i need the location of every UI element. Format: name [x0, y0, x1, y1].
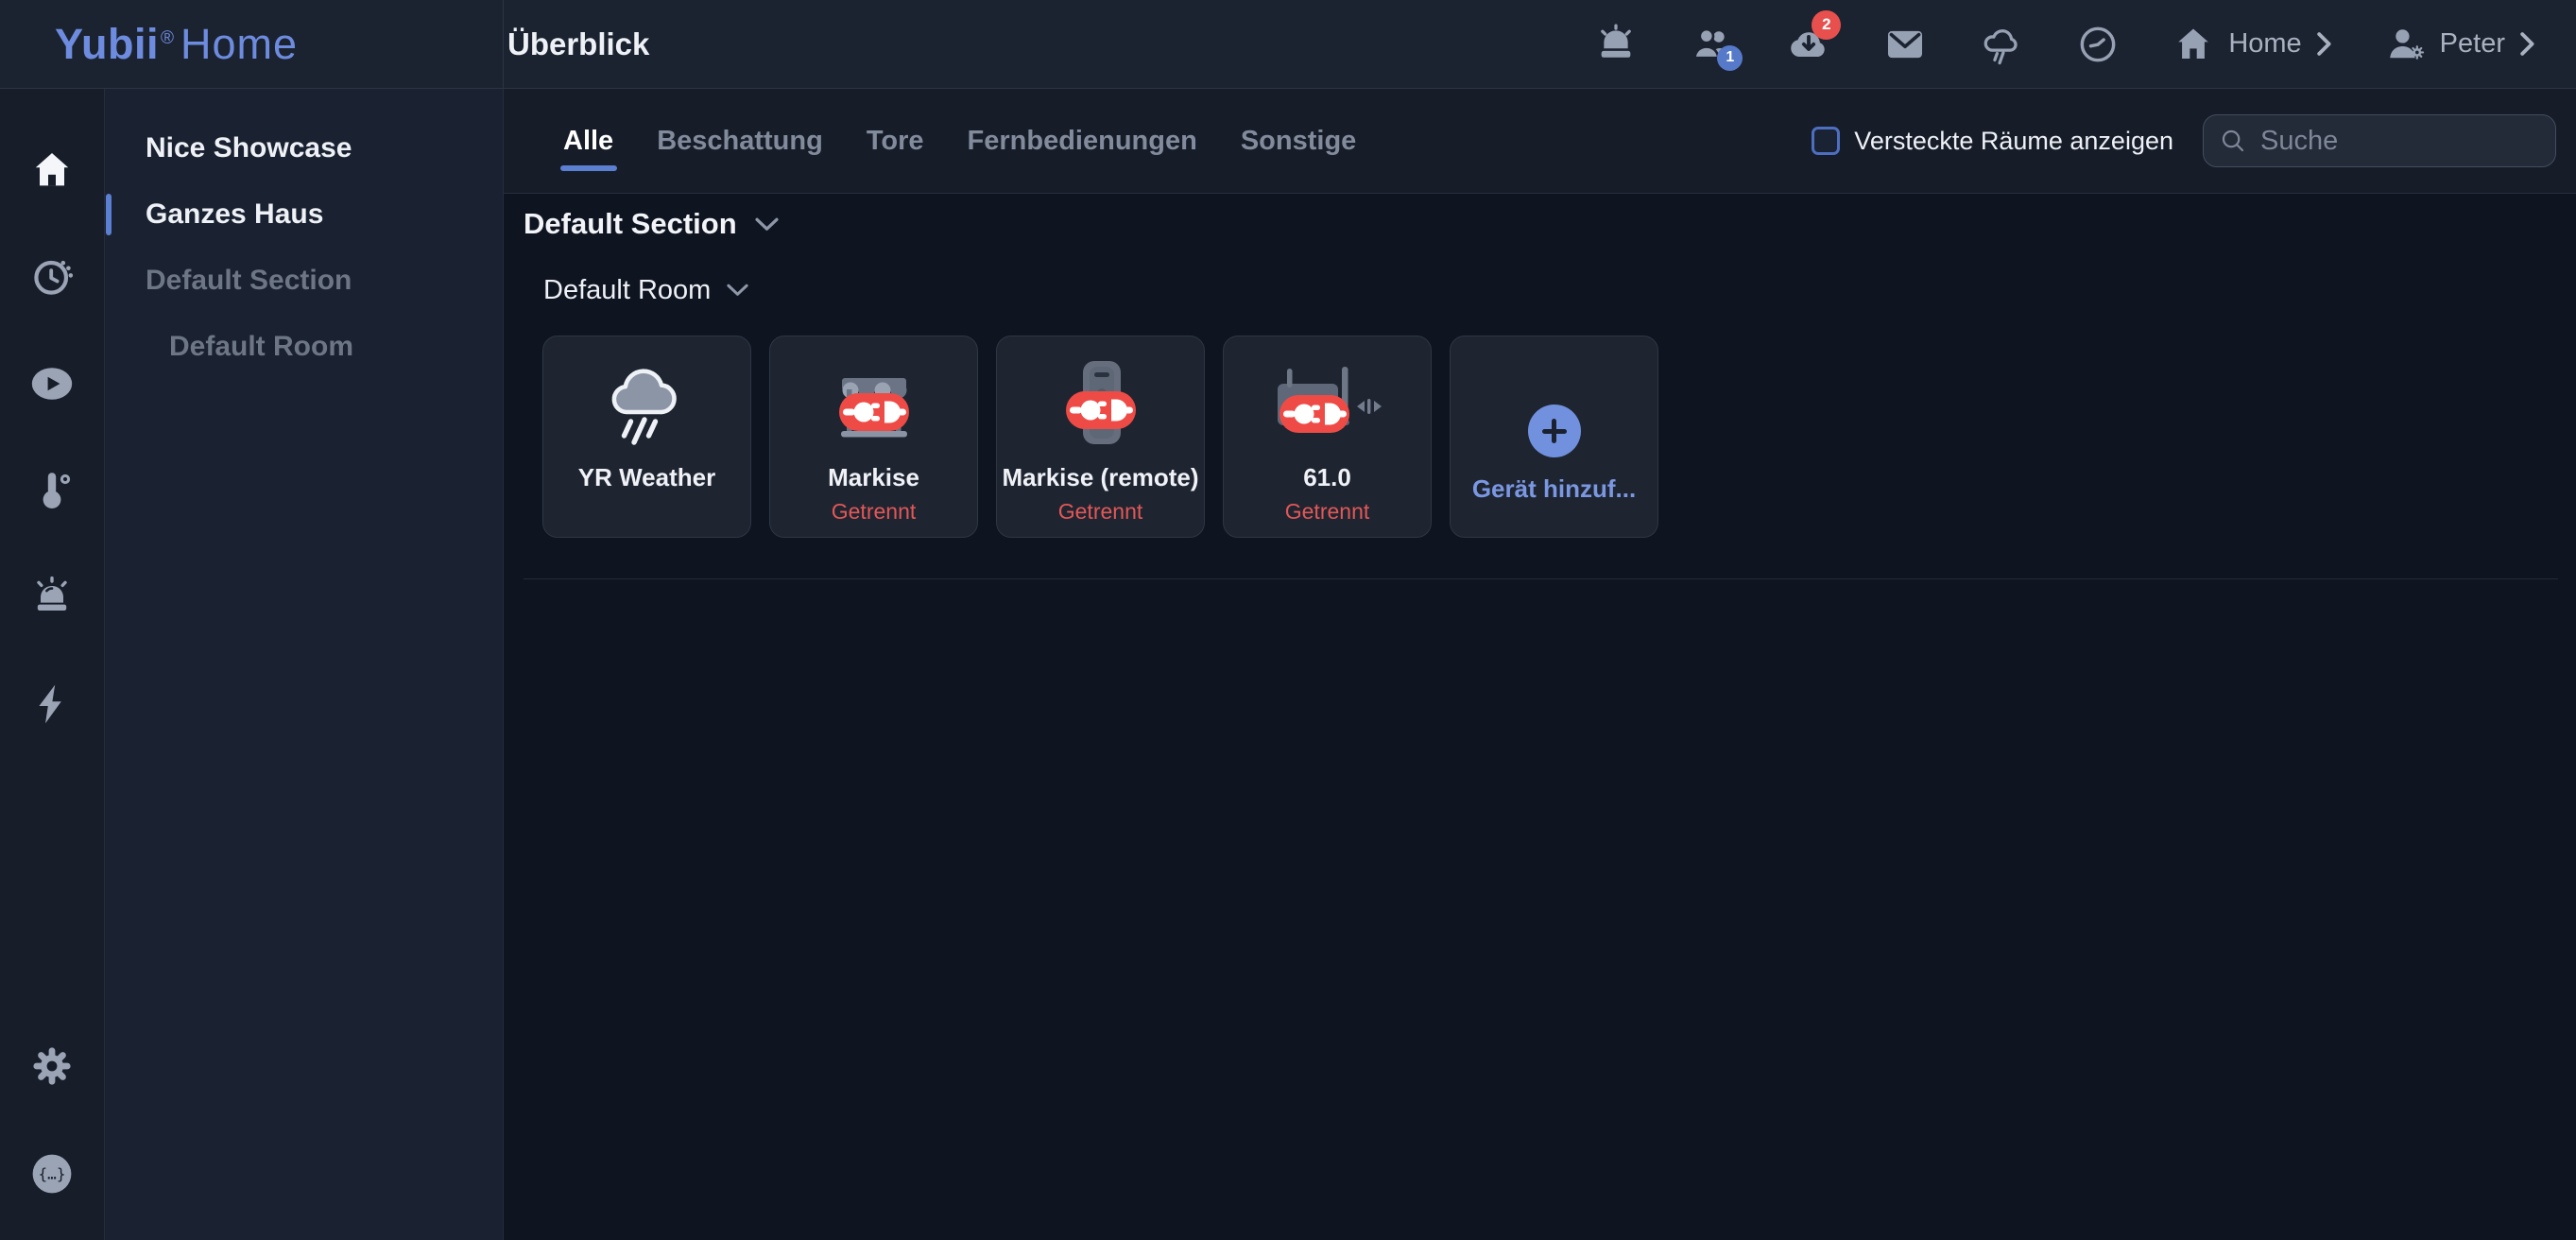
remote-control-icon: [1039, 357, 1162, 456]
brand-trademark: ®: [161, 28, 174, 48]
breadcrumb-user[interactable]: Peter: [2384, 24, 2534, 65]
tab-fernbedienungen[interactable]: Fernbedienungen: [968, 89, 1197, 193]
room-header[interactable]: Default Room: [543, 273, 2558, 307]
brand-light: Home: [180, 20, 298, 68]
home-icon: [2172, 24, 2214, 65]
disconnected-plug-icon: [1066, 391, 1136, 429]
device-status: Getrennt: [1285, 499, 1370, 525]
room-sidebar: Nice Showcase Ganzes Haus Default Sectio…: [105, 89, 504, 1240]
sidebar-item-label: Nice Showcase: [146, 132, 352, 164]
chevron-down-icon: [727, 284, 748, 297]
search-box[interactable]: [2203, 114, 2556, 167]
hidden-rooms-checkbox[interactable]: [1812, 127, 1840, 155]
mail-icon[interactable]: [1883, 23, 1927, 66]
header-divider: [503, 0, 504, 89]
add-device-label: Gerät hinzuf...: [1472, 474, 1636, 504]
device-card-61-0[interactable]: 61.0 Getrennt: [1223, 336, 1432, 538]
gateway-icon: [1266, 357, 1389, 456]
rail-item-developer[interactable]: {…}: [29, 1151, 75, 1197]
rail-item-climate[interactable]: [29, 468, 75, 513]
chevron-down-icon: [755, 217, 779, 232]
room-label: Default Room: [543, 275, 711, 306]
users-icon[interactable]: 1: [1691, 23, 1734, 66]
rail-bottom-group: {…}: [0, 1043, 104, 1197]
rail-item-alarm[interactable]: [29, 575, 75, 620]
category-tabs: Alle Beschattung Tore Fernbedienungen So…: [563, 89, 1356, 193]
search-input[interactable]: [2258, 125, 2540, 158]
tab-bar: Alle Beschattung Tore Fernbedienungen So…: [504, 89, 2576, 194]
user-gear-icon: [2384, 24, 2426, 65]
tab-beschattung[interactable]: Beschattung: [657, 89, 823, 193]
brand-bold: Yubii: [55, 20, 159, 68]
device-cards: YR Weather Markise Getrennt: [542, 336, 2558, 538]
device-name: Markise: [828, 463, 919, 492]
device-status: Getrennt: [1058, 499, 1143, 525]
tab-tore[interactable]: Tore: [867, 89, 924, 193]
search-icon: [2219, 127, 2247, 155]
sidebar-item-nice-showcase[interactable]: Nice Showcase: [105, 115, 503, 181]
tab-bar-controls: Versteckte Räume anzeigen: [1812, 114, 2556, 167]
updates-badge: 2: [1812, 10, 1841, 40]
top-bar-actions: 1 2 Home: [1594, 23, 2576, 66]
rail-item-scenes[interactable]: [29, 254, 75, 300]
sidebar-item-ganzes-haus[interactable]: Ganzes Haus: [105, 181, 503, 248]
weather-icon[interactable]: [1980, 23, 2023, 66]
svg-text:{…}: {…}: [39, 1165, 66, 1183]
rail-item-media[interactable]: [29, 361, 75, 406]
devices-content: Default Section Default Room YR Weather: [504, 194, 2576, 579]
sidebar-item-label: Default Room: [169, 331, 353, 363]
sidebar-item-label: Default Section: [146, 265, 352, 297]
sidebar-item-label: Ganzes Haus: [146, 198, 323, 231]
device-card-yr-weather[interactable]: YR Weather: [542, 336, 751, 538]
sidebar-item-default-room[interactable]: Default Room: [105, 314, 503, 380]
hidden-rooms-label: Versteckte Räume anzeigen: [1854, 127, 2173, 156]
device-status: Getrennt: [832, 499, 917, 525]
rail-item-settings[interactable]: [29, 1043, 75, 1089]
rail-item-energy[interactable]: [29, 681, 75, 727]
breadcrumb-user-label: Peter: [2440, 28, 2505, 60]
add-plus-icon: [1528, 405, 1581, 457]
breadcrumb-home-label: Home: [2228, 28, 2301, 60]
chevron-right-icon: [2519, 31, 2534, 57]
device-name: Markise (remote): [1002, 463, 1198, 492]
device-name: YR Weather: [578, 463, 715, 492]
device-card-markise[interactable]: Markise Getrennt: [769, 336, 978, 538]
tab-alle[interactable]: Alle: [563, 89, 613, 193]
users-badge: 1: [1717, 45, 1743, 71]
top-bar: Yubii® Home Überblick 1 2: [0, 0, 2576, 89]
rail-item-home[interactable]: [29, 147, 75, 193]
sidebar-item-default-section[interactable]: Default Section: [105, 248, 503, 314]
device-card-markise-remote[interactable]: Markise (remote) Getrennt: [996, 336, 1205, 538]
main-area: Alle Beschattung Tore Fernbedienungen So…: [504, 89, 2576, 1240]
add-device-card[interactable]: Gerät hinzuf...: [1450, 336, 1658, 538]
device-name: 61.0: [1303, 463, 1351, 492]
awning-icon: [813, 357, 936, 456]
disconnected-plug-icon: [1279, 395, 1349, 433]
siren-icon[interactable]: [1594, 23, 1638, 66]
brand-logo[interactable]: Yubii® Home: [0, 20, 504, 69]
breadcrumb-home[interactable]: Home: [2172, 24, 2330, 65]
disconnected-plug-icon: [839, 393, 909, 431]
cloud-download-icon[interactable]: 2: [1787, 23, 1830, 66]
clock-icon[interactable]: [2076, 23, 2120, 66]
chevron-right-icon: [2316, 31, 2331, 57]
page-title: Überblick: [507, 26, 649, 62]
section-label: Default Section: [524, 207, 737, 241]
rail-top-group: [0, 147, 104, 727]
tab-sonstige[interactable]: Sonstige: [1241, 89, 1356, 193]
content-divider: [524, 578, 2558, 579]
yubii-home-app: Yubii® Home Überblick 1 2: [0, 0, 2576, 1240]
hidden-rooms-toggle[interactable]: Versteckte Räume anzeigen: [1812, 127, 2173, 156]
weather-cloud-rain-icon: [586, 357, 709, 456]
icon-rail: {…}: [0, 89, 105, 1240]
section-header[interactable]: Default Section: [524, 207, 2558, 241]
